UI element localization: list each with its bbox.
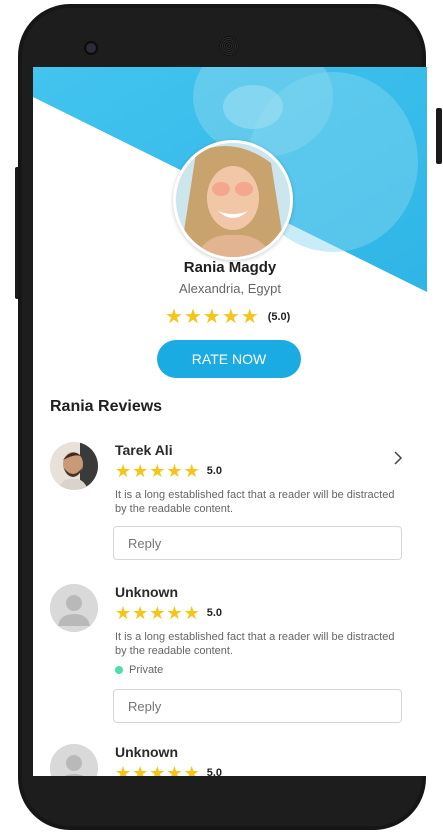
reviewer-name: Unknown <box>115 584 178 600</box>
review-text: It is a long established fact that a rea… <box>115 631 395 657</box>
star-icon: ★ <box>183 306 202 328</box>
star-icon: ★ <box>165 306 183 328</box>
reviewer-avatar <box>50 584 98 632</box>
star-icon: ★ <box>115 763 132 776</box>
profile-rating-value: (5.0) <box>267 311 291 323</box>
review-item: Unknown ★ ★ ★ ★ ★ 5.0 <box>33 744 427 776</box>
star-icon: ★ <box>132 461 149 481</box>
review-score: 5.0 <box>206 767 222 776</box>
reviews-section-title: Rania Reviews <box>50 398 163 415</box>
profile-location: Alexandria, Egypt <box>179 281 281 296</box>
speaker-icon <box>219 36 239 56</box>
reviewer-name: Unknown <box>115 744 178 760</box>
reply-input[interactable] <box>113 526 402 560</box>
star-icon: ★ <box>240 306 259 328</box>
star-icon: ★ <box>183 603 200 623</box>
reply-input[interactable] <box>113 689 402 723</box>
star-icon: ★ <box>166 763 183 776</box>
review-rating: ★ ★ ★ ★ ★ 5.0 <box>115 462 222 480</box>
user-placeholder-icon <box>50 584 98 632</box>
review-score: 5.0 <box>206 465 222 477</box>
star-icon: ★ <box>115 603 132 623</box>
review-rating: ★ ★ ★ ★ ★ 5.0 <box>115 764 222 776</box>
profile-rating: ★ ★ ★ ★ ★ (5.0) <box>165 307 290 327</box>
phone-bottom-bezel <box>22 776 422 826</box>
star-icon: ★ <box>202 306 221 328</box>
app-screen: Rania Magdy Alexandria, Egypt ★ ★ ★ ★ ★ … <box>33 67 427 776</box>
review-score: 5.0 <box>206 607 222 619</box>
private-dot-icon <box>115 666 123 674</box>
star-icon: ★ <box>149 461 166 481</box>
review-item: Tarek Ali ★ ★ ★ ★ ★ 5.0 It is a long est… <box>33 442 427 562</box>
star-icon: ★ <box>115 461 132 481</box>
star-icon: ★ <box>132 763 149 776</box>
profile-avatar <box>173 140 293 260</box>
star-icon: ★ <box>149 763 166 776</box>
review-rating: ★ ★ ★ ★ ★ 5.0 <box>115 604 222 622</box>
power-button <box>436 108 442 164</box>
review-item: Unknown ★ ★ ★ ★ ★ 5.0 It is a long estab… <box>33 584 427 724</box>
reviewer-name: Tarek Ali <box>115 442 173 458</box>
star-icon: ★ <box>183 461 200 481</box>
star-icon: ★ <box>221 306 240 328</box>
profile-name: Rania Magdy <box>183 259 277 276</box>
star-icon: ★ <box>132 603 149 623</box>
star-icon: ★ <box>183 763 200 776</box>
review-text: It is a long established fact that a rea… <box>115 489 395 515</box>
camera-icon <box>84 41 98 55</box>
chevron-right-icon[interactable] <box>393 450 403 471</box>
star-icon: ★ <box>166 603 183 623</box>
star-icon: ★ <box>149 603 166 623</box>
user-placeholder-icon <box>50 744 98 776</box>
star-icon: ★ <box>166 461 183 481</box>
private-indicator: Private <box>115 664 163 676</box>
reviewer-avatar <box>50 442 98 490</box>
private-label: Private <box>129 664 164 676</box>
reviewer-avatar <box>50 744 98 776</box>
rate-now-button[interactable]: RATE NOW <box>157 340 301 378</box>
